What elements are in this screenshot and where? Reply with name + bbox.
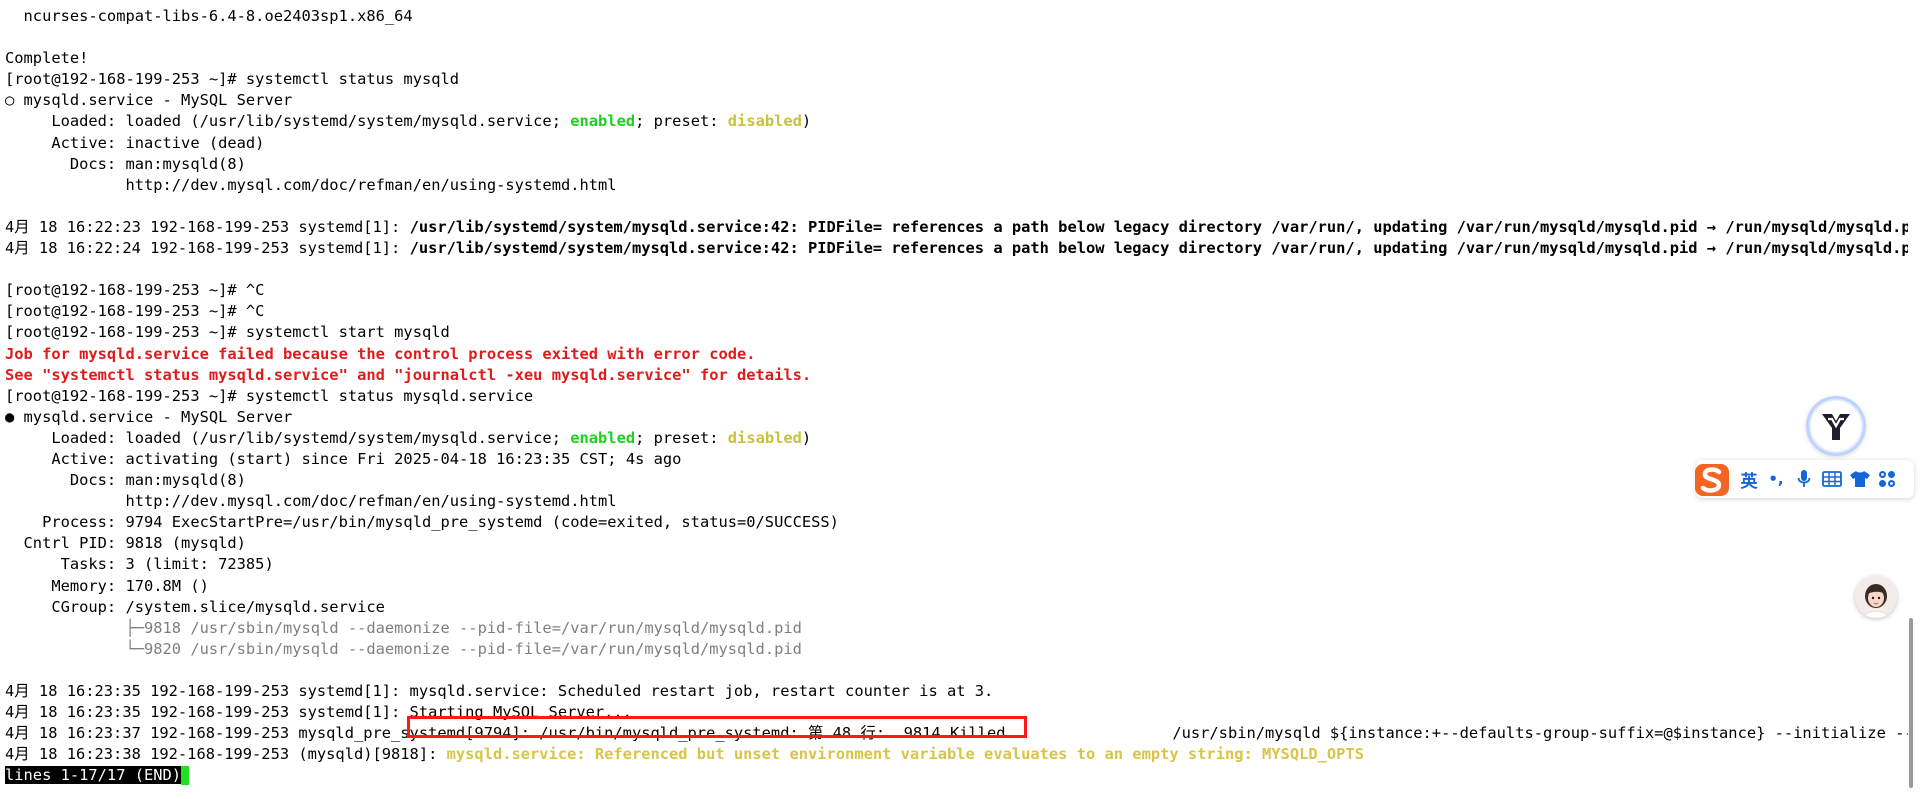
terminal-text: disabled <box>727 112 802 131</box>
terminal-text: enabled <box>570 428 636 447</box>
terminal-text: Job for mysqld.service failed because th… <box>5 344 756 363</box>
terminal-line: 4月 18 16:23:35 192-168-199-253 systemd[1… <box>5 702 1920 723</box>
terminal-text: 4月 18 16:23:35 192-168-199-253 systemd[1… <box>5 703 632 722</box>
ime-punctuation-toggle[interactable]: •, <box>1762 460 1790 498</box>
terminal-line: 4月 18 16:22:23 192-168-199-253 systemd[1… <box>5 217 1920 238</box>
terminal-line: [root@192-168-199-253 ~]# ^C <box>5 280 1920 301</box>
terminal-line: Job for mysqld.service failed because th… <box>5 344 1920 365</box>
terminal-text: ) <box>801 428 812 447</box>
terminal-line: Memory: 170.8M () <box>5 576 1920 597</box>
terminal-line: ├─9818 /usr/sbin/mysqld --daemonize --pi… <box>5 618 1920 639</box>
terminal-text: Docs: man:mysqld(8) <box>5 154 246 173</box>
terminal-line: Active: activating (start) since Fri 202… <box>5 449 1920 470</box>
terminal-text: ; preset: <box>635 428 728 447</box>
terminal-line: 4月 18 16:22:24 192-168-199-253 systemd[1… <box>5 238 1920 259</box>
terminal-line: Docs: man:mysqld(8) <box>5 470 1920 491</box>
terminal-text: Active: activating (start) since Fri 202… <box>5 449 682 468</box>
terminal-text: ├─9818 /usr/sbin/mysqld --daemonize --pi… <box>125 618 802 637</box>
terminal-text: [root@192-168-199-253 ~]# ^C <box>5 302 265 321</box>
terminal-text: mysqld.service: Referenced but unset env… <box>446 745 1364 764</box>
terminal-text: enabled <box>570 112 636 131</box>
terminal-text: Complete! <box>5 49 89 68</box>
terminal-line: http://dev.mysql.com/doc/refman/en/using… <box>5 175 1920 196</box>
terminal-text: http://dev.mysql.com/doc/refman/en/using… <box>5 492 617 511</box>
terminal-text: ) <box>801 112 812 131</box>
terminal-line: 4月 18 16:23:37 192-168-199-253 mysqld_pr… <box>5 723 1920 744</box>
terminal-line: Cntrl PID: 9818 (mysqld) <box>5 533 1920 554</box>
terminal-line: ● mysqld.service - MySQL Server <box>5 407 1920 428</box>
terminal-text: CGroup: /system.slice/mysqld.service <box>5 597 385 616</box>
terminal-text: [root@192-168-199-253 ~]# ^C <box>5 281 265 300</box>
terminal-text: Cntrl PID: 9818 (mysqld) <box>5 534 246 553</box>
terminal-text: See "systemctl status mysqld.service" an… <box>5 365 812 384</box>
terminal-text: 4月 18 16:23:38 192-168-199-253 (mysqld)[… <box>5 745 447 764</box>
terminal-text: /usr/lib/systemd/system/mysqld.service:4… <box>409 239 1920 258</box>
terminal-output: ncurses-compat-libs-6.4-8.oe2403sp1.x86_… <box>5 6 1920 786</box>
terminal-line: [root@192-168-199-253 ~]# systemctl stat… <box>5 386 1920 407</box>
terminal-text: [root@192-168-199-253 ~]# systemctl star… <box>5 323 450 342</box>
ime-toolbar: 英 •, <box>1695 460 1914 498</box>
terminal-text: ● mysqld.service - MySQL Server <box>5 407 293 426</box>
terminal-line: Active: inactive (dead) <box>5 133 1920 154</box>
scrollbar-thumb[interactable] <box>1909 618 1913 788</box>
terminal-line: [root@192-168-199-253 ~]# systemctl star… <box>5 322 1920 343</box>
terminal-line: CGroup: /system.slice/mysqld.service <box>5 597 1920 618</box>
terminal-text: ○ mysqld.service - MySQL Server <box>5 91 293 110</box>
terminal-line: [root@192-168-199-253 ~]# systemctl stat… <box>5 69 1920 90</box>
terminal-line: 4月 18 16:23:38 192-168-199-253 (mysqld)[… <box>5 744 1920 765</box>
terminal-line: 4月 18 16:23:35 192-168-199-253 systemd[1… <box>5 681 1920 702</box>
terminal-text: http://dev.mysql.com/doc/refman/en/using… <box>5 175 617 194</box>
terminal-line: http://dev.mysql.com/doc/refman/en/using… <box>5 491 1920 512</box>
terminal-text: Memory: 170.8M () <box>5 576 209 595</box>
terminal-text: [root@192-168-199-253 ~]# systemctl stat… <box>5 70 460 89</box>
terminal-line: Loaded: loaded (/usr/lib/systemd/system/… <box>5 428 1920 449</box>
terminal-text: Tasks: 3 (limit: 72385) <box>5 555 274 574</box>
terminal-line: Complete! <box>5 48 1920 69</box>
terminal-line: See "systemctl status mysqld.service" an… <box>5 365 1920 386</box>
ime-language-toggle[interactable]: 英 <box>1736 460 1762 498</box>
terminal-line: Tasks: 3 (limit: 72385) <box>5 554 1920 575</box>
terminal-text: └─9820 /usr/sbin/mysqld --daemonize --pi… <box>125 639 802 658</box>
terminal-text: Docs: man:mysqld(8) <box>5 471 246 490</box>
shirt-icon[interactable] <box>1846 460 1874 498</box>
keyboard-icon[interactable] <box>1818 460 1846 498</box>
terminal-text: 4月 18 16:23:37 192-168-199-253 mysqld_pr… <box>5 724 1920 743</box>
terminal-window[interactable]: ncurses-compat-libs-6.4-8.oe2403sp1.x86_… <box>0 0 1920 799</box>
avatar-icon[interactable] <box>1855 576 1897 618</box>
terminal-text: 4月 18 16:22:23 192-168-199-253 systemd[1… <box>5 217 410 236</box>
terminal-text: disabled <box>727 428 802 447</box>
terminal-text: Loaded: loaded (/usr/lib/systemd/system/… <box>5 428 571 447</box>
terminal-text: /usr/lib/systemd/system/mysqld.service:4… <box>409 217 1920 236</box>
terminal-line: └─9820 /usr/sbin/mysqld --daemonize --pi… <box>5 639 1920 660</box>
terminal-line: Loaded: loaded (/usr/lib/systemd/system/… <box>5 111 1920 132</box>
pager-status-line: lines 1-17/17 (END) <box>5 765 1920 786</box>
terminal-text: 4月 18 16:23:35 192-168-199-253 systemd[1… <box>5 682 994 700</box>
terminal-text: Loaded: loaded (/usr/lib/systemd/system/… <box>5 112 571 131</box>
terminal-text: 4月 18 16:22:24 192-168-199-253 systemd[1… <box>5 239 410 258</box>
terminal-text: Active: inactive (dead) <box>5 133 265 152</box>
terminal-line: ○ mysqld.service - MySQL Server <box>5 90 1920 111</box>
terminal-text: Process: 9794 ExecStartPre=/usr/bin/mysq… <box>5 513 839 532</box>
terminal-text: ; preset: <box>635 112 728 131</box>
toolbox-icon[interactable] <box>1874 460 1900 498</box>
terminal-cursor <box>181 766 190 786</box>
terminal-line: ncurses-compat-libs-6.4-8.oe2403sp1.x86_… <box>5 6 1920 27</box>
terminal-text: [root@192-168-199-253 ~]# systemctl stat… <box>5 386 534 405</box>
assistant-logo-icon[interactable] <box>1806 396 1866 456</box>
microphone-icon[interactable] <box>1790 460 1818 498</box>
terminal-line: Process: 9794 ExecStartPre=/usr/bin/mysq… <box>5 512 1920 533</box>
terminal-text: ncurses-compat-libs-6.4-8.oe2403sp1.x86_… <box>5 7 413 25</box>
terminal-text: lines 1-17/17 (END) <box>5 766 182 785</box>
terminal-line: Docs: man:mysqld(8) <box>5 154 1920 175</box>
sogou-logo-icon[interactable] <box>1692 460 1732 498</box>
terminal-line: [root@192-168-199-253 ~]# ^C <box>5 301 1920 322</box>
